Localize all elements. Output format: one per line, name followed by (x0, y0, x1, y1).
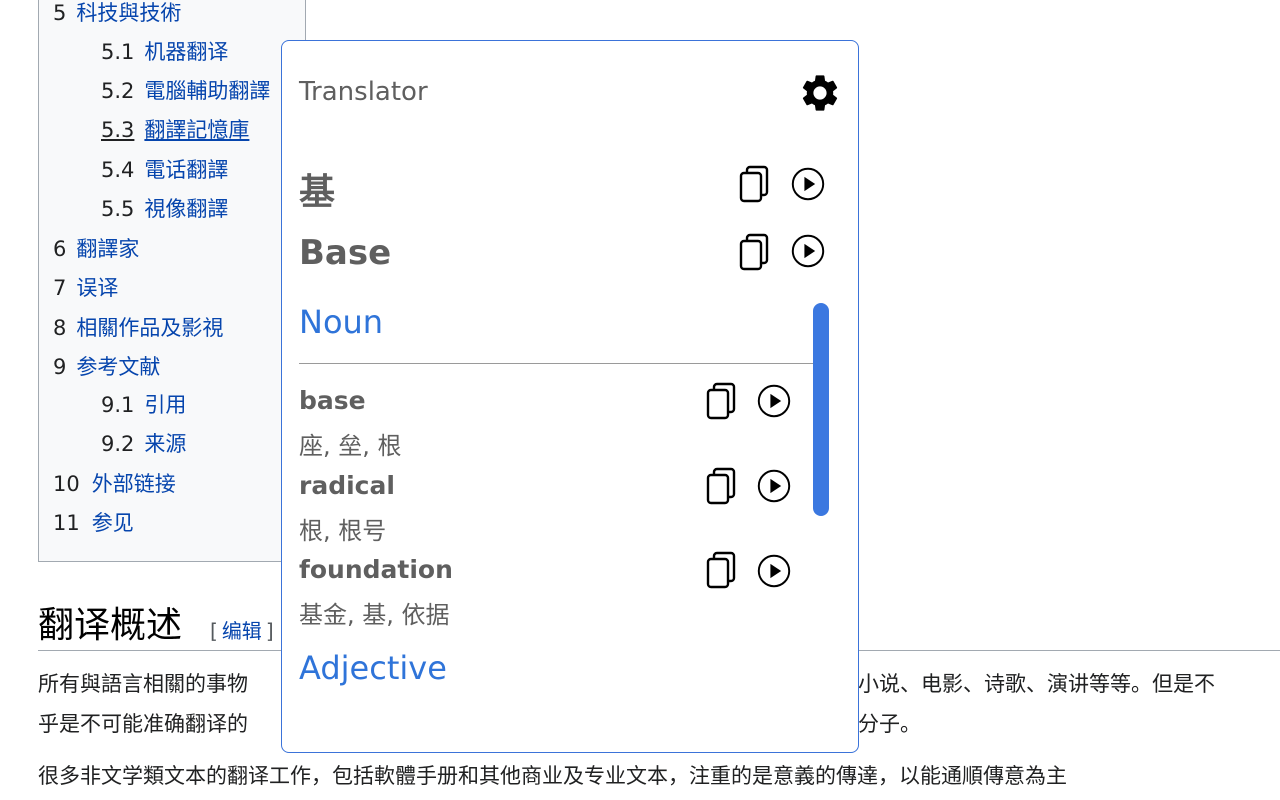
source-term: 基 (299, 172, 336, 213)
toc-link[interactable]: 電话翻譯 (144, 158, 228, 182)
toc-number: 6 (53, 237, 67, 261)
toc-number: 10 (53, 472, 80, 496)
toc-item[interactable]: 5.2 電腦輔助翻譯 (101, 77, 270, 105)
toc-item[interactable]: 8 相關作品及影視 (53, 314, 223, 342)
copy-icon[interactable] (738, 233, 772, 271)
toc-link[interactable]: 误译 (76, 276, 118, 300)
entry-word: radical (299, 471, 395, 500)
toc-item[interactable]: 5.1 机器翻译 (101, 38, 228, 66)
toc-link[interactable]: 来源 (144, 432, 186, 456)
toc-number: 7 (53, 276, 67, 300)
gear-icon[interactable] (798, 71, 842, 115)
toc-link[interactable]: 翻譯家 (76, 237, 139, 261)
toc-number: 9.1 (101, 393, 135, 417)
section-divider (299, 363, 813, 364)
toc-item[interactable]: 9 参考文献 (53, 353, 160, 381)
toc-number: 5.3 (101, 118, 135, 142)
paragraph-text: 乎是不可能准确翻译的 (38, 712, 248, 736)
toc-number: 9.2 (101, 432, 135, 456)
scrollbar-thumb[interactable] (813, 303, 829, 516)
edit-bracket-close: ] (265, 619, 274, 643)
edit-link[interactable]: 编辑 (222, 619, 262, 643)
paragraph-text: 小说、电影、诗歌、演讲等等。但是不 (858, 672, 1215, 696)
copy-icon[interactable] (705, 467, 739, 505)
copy-icon[interactable] (705, 382, 739, 420)
paragraph-text: 所有與語言相關的事物 (38, 672, 248, 696)
toc-item[interactable]: 9.2 来源 (101, 430, 186, 458)
popup-title: Translator (299, 77, 428, 107)
paragraph-text: 很多非文学類文本的翻译工作，包括軟體手册和其他商业及专业文本，注重的是意義的傳達… (38, 764, 1067, 788)
toc-number: 5.5 (101, 197, 135, 221)
toc-item[interactable]: 7 误译 (53, 274, 118, 302)
part-of-speech-heading: Adjective (299, 649, 447, 687)
copy-icon[interactable] (705, 551, 739, 589)
edit-bracket-open: [ (210, 619, 218, 643)
play-icon[interactable] (791, 165, 825, 203)
copy-icon[interactable] (738, 165, 772, 203)
toc-link[interactable]: 参考文献 (76, 355, 160, 379)
toc-link[interactable]: 相關作品及影視 (76, 316, 223, 340)
toc-link[interactable]: 翻譯記憶庫 (144, 118, 249, 142)
entry-word: base (299, 386, 366, 415)
toc-item[interactable]: 5 科技與技術 (53, 0, 181, 27)
play-icon[interactable] (791, 232, 825, 270)
entry-translations: 座, 垒, 根 (299, 432, 402, 460)
entry-translations: 基金, 基, 依据 (299, 601, 450, 629)
toc-item[interactable]: 5.5 視像翻譯 (101, 195, 228, 223)
toc-item[interactable]: 6 翻譯家 (53, 235, 139, 263)
toc-number: 8 (53, 316, 67, 340)
edit-section: [编辑] (210, 615, 274, 644)
toc-number: 5 (53, 1, 67, 25)
target-term: Base (299, 233, 392, 273)
toc-number: 5.4 (101, 158, 135, 182)
table-of-contents: 5 科技與技術 5.1 机器翻译 5.2 電腦輔助翻譯 5.3 翻譯記憶庫 5.4 電话翻… (38, 0, 306, 562)
toc-number: 5.2 (101, 79, 135, 103)
paragraph-text: 分子。 (858, 712, 921, 736)
entry-translations: 根, 根号 (299, 517, 387, 545)
play-icon[interactable] (757, 552, 791, 590)
section-heading: 翻译概述 (38, 605, 183, 646)
toc-link[interactable]: 視像翻譯 (144, 197, 228, 221)
toc-item[interactable]: 10 外部链接 (53, 470, 176, 498)
target-term-row: Base (299, 233, 391, 273)
toc-link[interactable]: 電腦輔助翻譯 (144, 79, 270, 103)
part-of-speech-heading: Noun (299, 303, 384, 341)
play-icon[interactable] (757, 382, 791, 420)
toc-link[interactable]: 引用 (144, 393, 186, 417)
toc-link[interactable]: 科技與技術 (76, 1, 181, 25)
toc-number: 5.1 (101, 40, 135, 64)
translator-popup: Translator 基 Base Noun base 座, 垒, 根 radi… (281, 40, 859, 753)
play-icon[interactable] (757, 467, 791, 505)
entry-word: foundation (299, 555, 453, 584)
toc-number: 9 (53, 355, 67, 379)
toc-item[interactable]: 5.4 電话翻譯 (101, 156, 228, 184)
toc-link[interactable]: 参见 (92, 511, 134, 535)
source-term-row: 基 (299, 163, 335, 215)
toc-item[interactable]: 9.1 引用 (101, 391, 186, 419)
toc-link[interactable]: 外部链接 (92, 472, 176, 496)
toc-number: 11 (53, 511, 80, 535)
toc-item[interactable]: 5.3 翻譯記憶庫 (101, 116, 249, 144)
toc-link[interactable]: 机器翻译 (144, 40, 228, 64)
toc-item[interactable]: 11 参见 (53, 509, 134, 537)
